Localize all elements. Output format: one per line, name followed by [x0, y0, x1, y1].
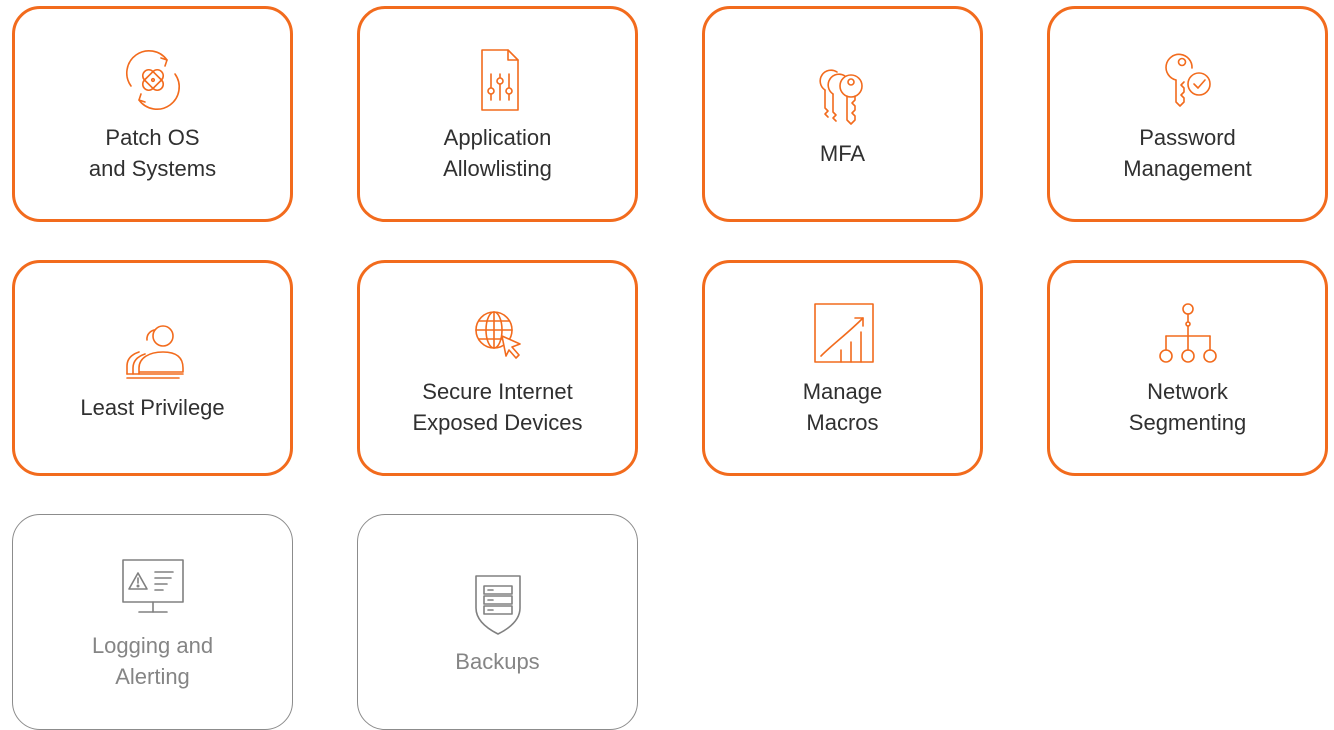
- tile-label: Patch OS and Systems: [88, 125, 217, 181]
- strategy-tile-grid: Patch OS and Systems Application Allowli…: [12, 6, 1328, 730]
- key-check-icon: [1152, 44, 1224, 116]
- tile-label: Secure Internet Exposed Devices: [412, 379, 583, 435]
- network-tree-icon: [1152, 298, 1224, 370]
- tile-manage-macros[interactable]: Manage Macros: [702, 260, 983, 476]
- user-group-icon: [117, 314, 189, 386]
- tile-backups[interactable]: Backups: [357, 514, 638, 730]
- globe-cursor-icon: [462, 298, 534, 370]
- patch-refresh-icon: [117, 44, 189, 116]
- tile-network-segmenting[interactable]: Network Segmenting: [1047, 260, 1328, 476]
- tile-label: Least Privilege: [80, 394, 225, 420]
- tile-application-allowlisting[interactable]: Application Allowlisting: [357, 6, 638, 222]
- tile-label: Logging and Alerting: [91, 633, 214, 689]
- tile-mfa[interactable]: MFA: [702, 6, 983, 222]
- tile-label: Network Segmenting: [1128, 379, 1247, 435]
- tile-label: Application Allowlisting: [443, 125, 552, 181]
- tile-label: MFA: [819, 140, 866, 166]
- tile-secure-internet-exposed-devices[interactable]: Secure Internet Exposed Devices: [357, 260, 638, 476]
- tile-password-management[interactable]: Password Management: [1047, 6, 1328, 222]
- tile-label: Backups: [455, 648, 540, 674]
- growth-chart-icon: [807, 298, 879, 370]
- tile-least-privilege[interactable]: Least Privilege: [12, 260, 293, 476]
- tile-patch-os[interactable]: Patch OS and Systems: [12, 6, 293, 222]
- multiple-keys-icon: [807, 60, 879, 132]
- monitor-alert-icon: [117, 552, 189, 624]
- file-sliders-icon: [462, 44, 534, 116]
- tile-label: Password Management: [1123, 125, 1252, 181]
- tile-logging-and-alerting[interactable]: Logging and Alerting: [12, 514, 293, 730]
- shield-server-icon: [462, 568, 534, 640]
- tile-label: Manage Macros: [802, 379, 883, 435]
